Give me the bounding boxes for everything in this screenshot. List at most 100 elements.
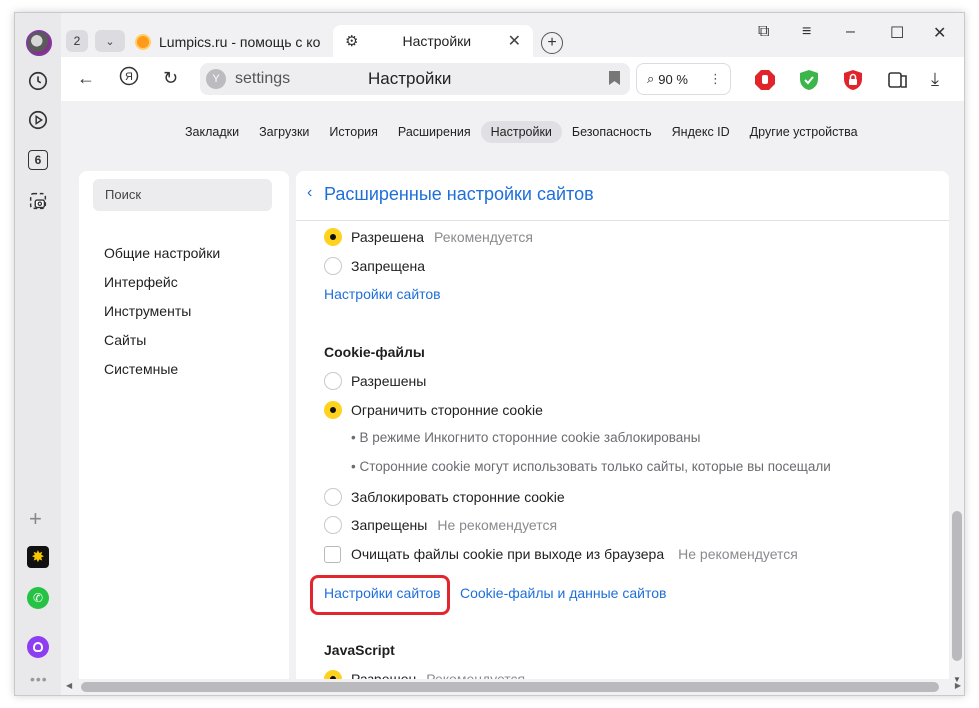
tab-title: Настройки — [402, 33, 472, 49]
tab-list-chevron-icon[interactable]: ⌄ — [95, 30, 125, 52]
not-recommended-note: Не рекомендуется — [437, 517, 558, 533]
radio-button-selected[interactable] — [324, 228, 342, 246]
cookie-hint-visited: • Сторонние cookie могут использовать то… — [351, 459, 831, 474]
address-bar[interactable]: Y settings Настройки — [200, 63, 630, 95]
nav-settings[interactable]: Настройки — [480, 121, 562, 143]
radio-cookies-denied[interactable]: Запрещены Не рекомендуется — [324, 514, 557, 536]
cookies-heading: Cookie-файлы — [324, 344, 425, 360]
minimize-icon[interactable]: – — [846, 23, 855, 41]
radio-button-selected[interactable] — [324, 401, 342, 419]
gear-icon: ⚙ — [345, 33, 359, 50]
orange-favicon-icon — [135, 34, 151, 50]
radio-label: Заблокировать сторонние cookie — [351, 489, 565, 505]
recommended-note: Рекомендуется — [434, 229, 533, 245]
screenshot-icon[interactable] — [26, 189, 50, 213]
page-title[interactable]: Расширенные настройки сайтов — [324, 184, 594, 205]
app-burst-icon[interactable]: ✸ — [27, 546, 49, 568]
menu-interface[interactable]: Интерфейс — [104, 274, 178, 290]
radio-label: Ограничить сторонние cookie — [351, 402, 543, 418]
browser-window: 6 + ✸ ✆ ••• 2 ⌄ Lumpics.ru - помощь с ко… — [14, 12, 965, 696]
navigation-bar: ← Я ↻ Y settings Настройки ⌕ 90 % ⋮ ⤓ — [61, 57, 964, 101]
new-tab-button[interactable]: + — [541, 32, 563, 54]
tabs-count-icon[interactable]: 6 — [28, 150, 48, 170]
radio-button[interactable] — [324, 257, 342, 275]
add-panel-icon[interactable]: + — [29, 508, 42, 530]
scroll-left-arrow-icon[interactable]: ◀ — [66, 681, 72, 690]
menu-icon[interactable]: ≡ — [802, 23, 811, 41]
zoom-control[interactable]: ⌕ 90 % ⋮ — [636, 63, 731, 95]
more-dots-icon[interactable]: ••• — [30, 671, 48, 687]
play-icon[interactable] — [26, 108, 50, 132]
reload-icon[interactable]: ↻ — [163, 68, 178, 89]
reader-icon[interactable] — [887, 69, 909, 91]
panel-header: ‹ Расширенные настройки сайтов — [296, 171, 949, 221]
scroll-right-arrow-icon[interactable]: ▶ — [955, 681, 961, 690]
radio-denied[interactable]: Запрещена — [324, 255, 425, 277]
close-window-icon[interactable]: ✕ — [933, 23, 946, 43]
cookie-hint-incognito: • В режиме Инкогнито сторонние cookie за… — [351, 430, 701, 445]
settings-search-input[interactable]: Поиск — [93, 179, 272, 211]
tab-settings[interactable]: ⚙ Настройки ✕ — [333, 25, 533, 57]
radio-allowed[interactable]: Разрешена Рекомендуется — [324, 226, 533, 248]
nav-bookmarks[interactable]: Закладки — [175, 121, 249, 143]
nav-security[interactable]: Безопасность — [562, 121, 662, 143]
shield-check-icon[interactable] — [798, 69, 820, 91]
nav-other-devices[interactable]: Другие устройства — [740, 121, 868, 143]
nav-extensions[interactable]: Расширения — [388, 121, 481, 143]
profile-avatar[interactable] — [26, 30, 52, 56]
bookmark-icon[interactable] — [609, 71, 620, 85]
radio-label: Разрешена — [351, 229, 425, 245]
scroll-thumb[interactable] — [952, 511, 962, 661]
radio-cookies-allowed[interactable]: Разрешены — [324, 370, 426, 392]
nav-history[interactable]: История — [319, 121, 387, 143]
site-info-icon[interactable]: Y — [206, 69, 226, 89]
radio-button[interactable] — [324, 488, 342, 506]
site-settings-link-top[interactable]: Настройки сайтов — [324, 286, 441, 302]
horizontal-scrollbar[interactable]: ◀ ▶ — [61, 679, 961, 695]
settings-left-menu: Поиск Общие настройки Интерфейс Инструме… — [79, 171, 289, 691]
checkbox-clear-cookies[interactable]: Очищать файлы cookie при выходе из брауз… — [324, 543, 798, 565]
radio-label: Запрещена — [351, 258, 426, 274]
nav-yandex-id[interactable]: Яндекс ID — [662, 121, 740, 143]
radio-cookies-block[interactable]: Заблокировать сторонние cookie — [324, 486, 565, 508]
menu-general[interactable]: Общие настройки — [104, 245, 220, 261]
radio-button[interactable] — [324, 372, 342, 390]
scroll-thumb[interactable] — [81, 682, 939, 692]
more-vertical-icon[interactable]: ⋮ — [709, 71, 722, 87]
cookie-data-link[interactable]: Cookie-файлы и данные сайтов — [460, 585, 666, 601]
back-arrow-icon[interactable]: ← — [77, 68, 95, 89]
yandex-icon[interactable]: Я — [119, 66, 139, 91]
tab-count-badge[interactable]: 2 — [66, 30, 88, 52]
close-tab-icon[interactable]: ✕ — [508, 31, 521, 51]
checkbox[interactable] — [324, 545, 341, 563]
maximize-icon[interactable]: ☐ — [890, 23, 904, 43]
tab-strip: 2 ⌄ Lumpics.ru - помощь с ко ⚙ Настройки… — [61, 13, 964, 57]
alice-icon[interactable] — [27, 636, 49, 658]
back-chevron-icon[interactable]: ‹ — [307, 184, 312, 202]
downloads-icon[interactable]: ⤓ — [931, 69, 953, 91]
tab-lumpics[interactable]: Lumpics.ru - помощь с ко — [135, 29, 323, 55]
not-recommended-note: Не рекомендуется — [678, 546, 798, 562]
site-settings-link[interactable]: Настройки сайтов — [324, 585, 441, 601]
radio-label: Разрешены — [351, 373, 427, 389]
history-clock-icon[interactable] — [26, 69, 50, 93]
adblock-stop-icon[interactable] — [754, 69, 776, 91]
browser-sidebar: 6 + ✸ ✆ ••• — [15, 13, 61, 695]
vertical-scrollbar[interactable]: ▼ — [949, 171, 964, 693]
nav-downloads[interactable]: Загрузки — [249, 121, 319, 143]
address-url: settings — [235, 70, 291, 87]
menu-tools[interactable]: Инструменты — [104, 303, 191, 319]
radio-cookies-limit[interactable]: Ограничить сторонние cookie — [324, 399, 543, 421]
tab-title: Lumpics.ru - помощь с ко — [159, 34, 321, 50]
radio-button[interactable] — [324, 516, 342, 534]
protect-lock-icon[interactable] — [842, 69, 864, 91]
settings-top-nav: Закладки Загрузки История Расширения Нас… — [175, 121, 868, 143]
menu-sites[interactable]: Сайты — [104, 332, 146, 348]
zoom-level: 90 % — [658, 71, 688, 87]
settings-main-panel: ‹ Расширенные настройки сайтов Разрешена… — [296, 171, 949, 691]
checkbox-label: Очищать файлы cookie при выходе из брауз… — [351, 546, 665, 562]
svg-text:Я: Я — [125, 71, 133, 83]
menu-system[interactable]: Системные — [104, 361, 178, 377]
whatsapp-icon[interactable]: ✆ — [27, 587, 49, 609]
tab-bookmarks-icon[interactable]: ⧉ — [758, 23, 769, 41]
